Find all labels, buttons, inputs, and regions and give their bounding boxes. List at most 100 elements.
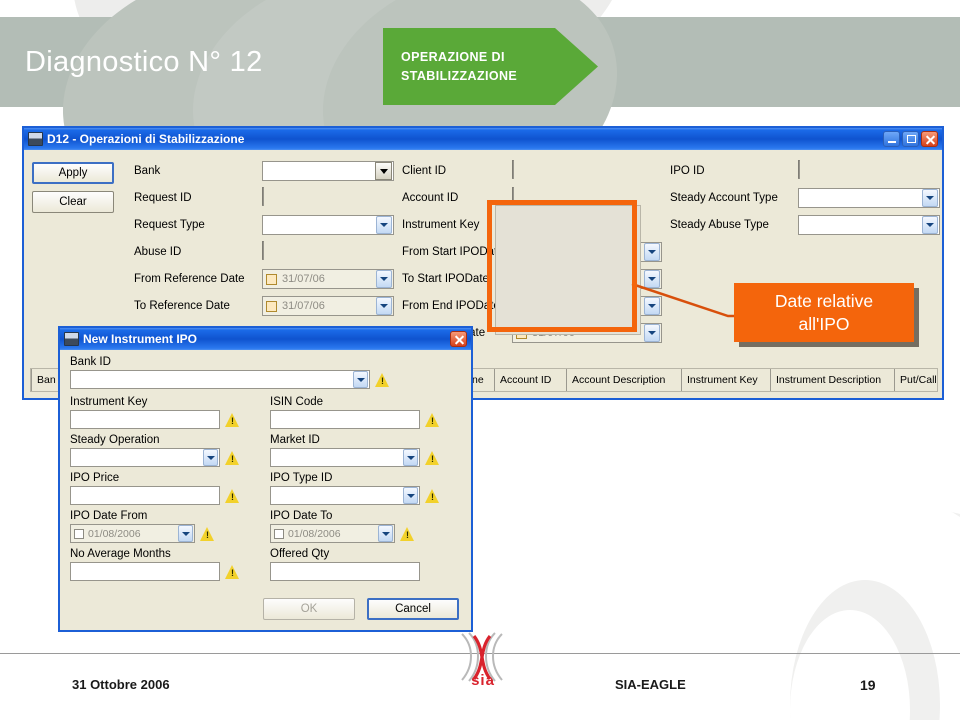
field-label: Steady Abuse Type xyxy=(670,219,769,231)
grid-column-header[interactable]: Account Description xyxy=(567,369,682,391)
market-id-combo[interactable] xyxy=(270,448,420,467)
warning-icon xyxy=(225,412,240,427)
field-steady-abuse-type: Steady Abuse Type xyxy=(670,214,940,236)
ok-button[interactable]: OK xyxy=(263,598,355,620)
warning-icon xyxy=(200,526,215,541)
field-label: Request ID xyxy=(134,192,192,204)
field-label: Bank xyxy=(134,165,161,177)
to-reference-date-picker[interactable]: 31/07/06 xyxy=(262,296,394,316)
client-id-input[interactable] xyxy=(512,160,514,179)
field-label: Market ID xyxy=(270,434,320,446)
section-banner-line-2: STABILIZZAZIONE xyxy=(401,68,518,83)
steady-account-type-combo[interactable] xyxy=(798,188,940,208)
dialog-close-button[interactable] xyxy=(450,331,467,347)
field-label: Abuse ID xyxy=(134,246,182,258)
grid-column-header[interactable]: Put/Call xyxy=(895,369,937,391)
ipo-date-from-picker[interactable]: 01/08/2006 xyxy=(70,524,195,543)
ipo-id-input[interactable] xyxy=(798,160,800,179)
from-reference-date-picker[interactable]: 31/07/06 xyxy=(262,269,394,289)
clear-button[interactable]: Clear xyxy=(32,191,114,213)
abuse-id-input[interactable] xyxy=(262,241,264,260)
bank-id-combo[interactable] xyxy=(70,370,370,389)
ipo-type-id-combo[interactable] xyxy=(270,486,420,505)
application-icon xyxy=(28,132,43,146)
ipo-price-input[interactable] xyxy=(70,486,220,505)
steady-abuse-type-combo[interactable] xyxy=(798,215,940,235)
field-steady-account-type: Steady Account Type xyxy=(670,187,940,209)
close-button[interactable] xyxy=(921,131,938,147)
footer-page-number: 19 xyxy=(860,677,876,693)
dialog-field-offered-qty: Offered Qty xyxy=(270,548,460,581)
field-label: IPO Price xyxy=(70,472,120,484)
maximize-button[interactable] xyxy=(902,131,919,147)
request-type-combo[interactable] xyxy=(262,215,394,235)
footer-date: 31 Ottobre 2006 xyxy=(72,677,170,692)
field-bank: Bank xyxy=(134,160,394,182)
grid-column-header[interactable]: Instrument Key xyxy=(682,369,771,391)
dialog-field-ipo-date-to: IPO Date To 01/08/2006 xyxy=(270,510,460,543)
field-label: Request Type xyxy=(134,219,205,231)
checkbox-icon[interactable] xyxy=(74,528,84,539)
main-window-title: D12 - Operazioni di Stabilizzazione xyxy=(47,132,245,146)
filter-column-3: IPO ID Steady Account Type Steady Abuse … xyxy=(670,160,940,241)
warning-icon xyxy=(425,450,440,465)
steady-operation-combo[interactable] xyxy=(70,448,220,467)
apply-button[interactable]: Apply xyxy=(32,162,114,184)
dialog-titlebar[interactable]: New Instrument IPO xyxy=(60,328,471,350)
chevron-down-icon xyxy=(203,449,218,466)
section-banner-line-1: OPERAZIONE DI xyxy=(401,49,505,64)
footer-product-name: SIA-EAGLE xyxy=(615,677,686,692)
grid-column-header[interactable]: Instrument Description xyxy=(771,369,895,391)
field-label: IPO ID xyxy=(670,165,705,177)
chevron-down-icon xyxy=(922,216,938,234)
field-label: Offered Qty xyxy=(270,548,330,560)
date-value: 31/07/06 xyxy=(282,300,325,312)
checkbox-icon[interactable] xyxy=(266,300,277,312)
field-client-id: Client ID xyxy=(402,160,662,182)
field-label: IPO Type ID xyxy=(270,472,333,484)
dialog-field-isin-code: ISIN Code xyxy=(270,396,460,429)
request-id-input[interactable] xyxy=(262,187,264,206)
field-label: Steady Account Type xyxy=(670,192,778,204)
dialog-title: New Instrument IPO xyxy=(83,332,198,346)
filter-column-1: Bank Request ID Request Type Abuse ID Fr… xyxy=(134,160,394,322)
field-label: IPO Date From xyxy=(70,510,148,522)
chevron-down-icon xyxy=(644,324,660,342)
no-average-months-input[interactable] xyxy=(70,562,220,581)
isin-code-input[interactable] xyxy=(270,410,420,429)
warning-icon xyxy=(225,488,240,503)
new-instrument-ipo-dialog: New Instrument IPO Bank ID Instrument Ke… xyxy=(58,326,473,632)
checkbox-icon[interactable] xyxy=(266,273,277,285)
grid-column-header[interactable]: Account ID xyxy=(495,369,567,391)
date-value: 01/08/2006 xyxy=(288,527,341,540)
date-value: 31/07/06 xyxy=(282,273,325,285)
ipo-date-group-panel xyxy=(495,205,641,335)
dialog-field-ipo-date-from: IPO Date From 01/08/2006 xyxy=(70,510,260,543)
ipo-date-to-picker[interactable]: 01/08/2006 xyxy=(270,524,395,543)
annotation-callout: Date relative all'IPO xyxy=(734,283,914,342)
dialog-field-steady-operation: Steady Operation xyxy=(70,434,260,467)
minimize-button[interactable] xyxy=(883,131,900,147)
warning-icon xyxy=(400,526,415,541)
field-request-type: Request Type xyxy=(134,214,394,236)
field-label: IPO Date To xyxy=(270,510,333,522)
field-label: ISIN Code xyxy=(270,396,324,408)
bank-combo[interactable] xyxy=(262,161,394,181)
callout-line-1: Date relative xyxy=(774,290,874,311)
instrument-key-input[interactable] xyxy=(70,410,220,429)
field-label: To Reference Date xyxy=(134,300,230,312)
chevron-down-icon xyxy=(376,216,392,234)
field-label: No Average Months xyxy=(70,548,171,560)
warning-icon xyxy=(375,372,390,387)
field-request-id: Request ID xyxy=(134,187,394,209)
main-window-titlebar[interactable]: D12 - Operazioni di Stabilizzazione xyxy=(24,128,942,150)
sia-logo-mark xyxy=(461,632,503,682)
checkbox-icon[interactable] xyxy=(274,528,284,539)
field-label: Account ID xyxy=(402,192,459,204)
account-id-input[interactable] xyxy=(512,187,514,206)
cancel-button[interactable]: Cancel xyxy=(367,598,459,620)
warning-icon xyxy=(425,488,440,503)
chevron-down-icon xyxy=(376,270,392,288)
offered-qty-input[interactable] xyxy=(270,562,420,581)
warning-icon xyxy=(425,412,440,427)
